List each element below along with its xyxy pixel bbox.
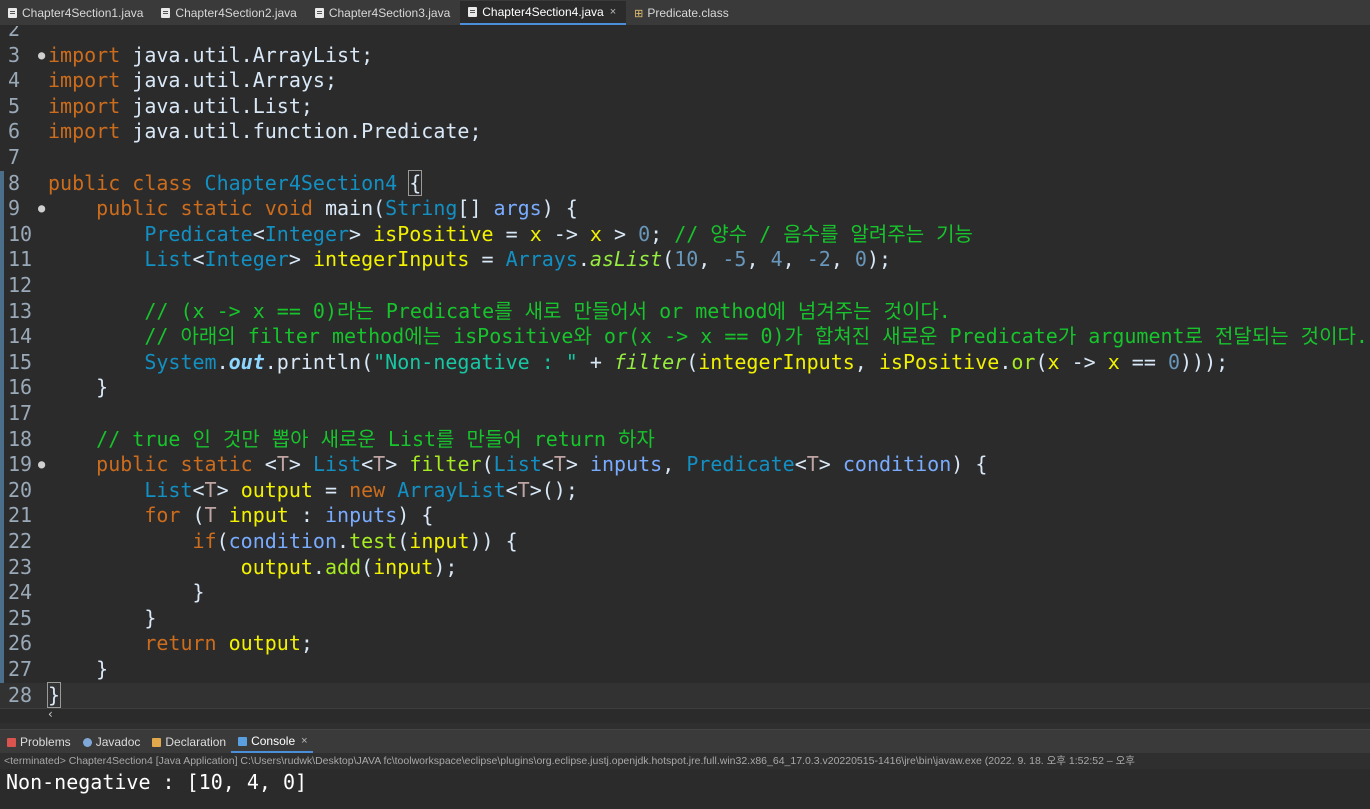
tab-label: Chapter4Section3.java — [328, 6, 451, 20]
line-number: 17 — [8, 401, 33, 425]
code-line: 17 — [0, 401, 1370, 427]
code-line: 20 List<T> output = new ArrayList<T>(); — [0, 478, 1370, 504]
console-output-area[interactable]: Non-negative : [10, 4, 0] — [0, 769, 1370, 809]
tab-label: Predicate.class — [647, 6, 729, 20]
line-number: 26 — [8, 631, 33, 656]
line-number: 15 — [8, 349, 33, 374]
code-line: 9 ● public static void main(String[] args… — [0, 196, 1370, 222]
code-line: 16 } — [0, 375, 1370, 401]
tab-label: Chapter4Section1.java — [22, 6, 144, 20]
tab-label: Chapter4Section2.java — [175, 6, 297, 20]
line-number: 14 — [8, 324, 33, 349]
code-line: 13 // (x -> x == 0)라는 Predicate를 새로 만들어서… — [0, 299, 1370, 325]
line-number: 24 — [8, 580, 33, 605]
line-number: 16 — [8, 375, 33, 400]
code-line: 12 — [0, 273, 1370, 299]
line-number: 4 — [8, 68, 21, 93]
code-line: 23 output.add(input); — [0, 555, 1370, 581]
line-number: 10 — [8, 221, 33, 246]
line-number: 28 — [8, 682, 33, 707]
scroll-left-icon[interactable]: ‹ — [48, 707, 53, 721]
line-number: 20 — [8, 477, 33, 502]
java-file-icon — [161, 8, 171, 18]
code-line: 21 for (T input : inputs) { — [0, 503, 1370, 529]
console-icon — [238, 736, 248, 746]
code-line: 7 — [0, 145, 1370, 171]
console-status: <terminated> Chapter4Section4 [Java Appl… — [0, 753, 1370, 769]
code-line: 4 import java.util.Arrays; — [0, 68, 1370, 94]
fold-icon[interactable]: ● — [38, 43, 45, 69]
code-line: 18 // true 인 것만 뽑아 새로운 List를 만들어 return … — [0, 427, 1370, 453]
code-line: 26 return output; — [0, 631, 1370, 657]
line-number: 27 — [8, 657, 33, 681]
code-line: 25 } — [0, 606, 1370, 632]
tab-console[interactable]: Console × — [231, 731, 313, 753]
java-file-icon — [468, 7, 478, 17]
line-number: 5 — [8, 93, 21, 118]
line-number: 2 — [8, 26, 21, 41]
line-number: 19 — [8, 452, 33, 477]
horizontal-scrollbar[interactable]: ‹ — [0, 707, 1370, 723]
tab-label: Javadoc — [95, 735, 141, 749]
tab-chapter4section1[interactable]: Chapter4Section1.java — [0, 1, 153, 25]
line-number: 23 — [8, 554, 33, 579]
code-line: 5 import java.util.List; — [0, 94, 1370, 120]
code-line-current: 28} — [0, 681, 1370, 708]
line-number: 9 — [8, 196, 21, 221]
code-line: 8 public class Chapter4Section4 { — [0, 169, 1370, 197]
tab-label: Problems — [20, 735, 71, 749]
tab-predicate-class[interactable]: ⊞ Predicate.class — [626, 1, 739, 25]
code-line: 14 // 아래의 filter method에는 isPositive와 or… — [0, 324, 1370, 350]
line-number: 13 — [8, 298, 33, 323]
line-number: 22 — [8, 529, 33, 553]
line-number: 18 — [8, 426, 33, 451]
code-line: 10 Predicate<Integer> isPositive = x -> … — [0, 222, 1370, 248]
code-line: 27 } — [0, 657, 1370, 683]
line-number: 6 — [8, 119, 21, 144]
code-line: 11 List<Integer> integerInputs = Arrays.… — [0, 247, 1370, 273]
tab-chapter4section3[interactable]: Chapter4Section3.java — [307, 1, 460, 25]
line-number: 21 — [8, 503, 33, 528]
code-line: 6 import java.util.function.Predicate; — [0, 119, 1370, 145]
line-number: 12 — [8, 273, 33, 297]
tab-chapter4section2[interactable]: Chapter4Section2.java — [153, 1, 306, 25]
fold-icon[interactable]: ● — [38, 196, 45, 222]
code-line: 22 if(condition.test(input)) { — [0, 529, 1370, 555]
code-line: 24 } — [0, 580, 1370, 606]
close-icon[interactable]: × — [610, 6, 616, 18]
tab-label: Chapter4Section4.java — [482, 5, 604, 19]
tab-problems[interactable]: Problems — [0, 731, 76, 753]
editor-tab-bar: Chapter4Section1.java Chapter4Section2.j… — [0, 0, 1370, 26]
code-line: 2 — [0, 26, 1370, 43]
tab-declaration[interactable]: Declaration — [145, 731, 231, 753]
problems-icon — [7, 737, 16, 747]
code-line: 3 ● import java.util.ArrayList; — [0, 43, 1370, 69]
line-number: 7 — [8, 145, 21, 169]
code-line: 19 ● public static <T> List<T> filter(Lis… — [0, 452, 1370, 478]
line-number: 8 — [8, 170, 21, 195]
tab-chapter4section4[interactable]: Chapter4Section4.java × — [460, 1, 627, 25]
text-caret — [60, 686, 62, 707]
javadoc-icon — [82, 737, 92, 747]
line-number: 11 — [8, 247, 33, 272]
line-number: 3 — [8, 42, 21, 67]
code-editor[interactable]: 2 3 ● import java.util.ArrayList; 4 import … — [0, 26, 1370, 708]
close-icon[interactable]: × — [301, 735, 307, 747]
tab-javadoc[interactable]: Javadoc — [76, 731, 146, 753]
tab-label: Declaration — [165, 735, 227, 749]
line-number: 25 — [8, 605, 33, 630]
fold-icon[interactable]: ● — [38, 452, 45, 478]
class-file-icon: ⊞ — [634, 7, 644, 20]
declaration-icon — [152, 737, 162, 747]
view-tab-bar: Problems Javadoc Declaration Console × — [0, 729, 1370, 754]
java-file-icon — [314, 8, 324, 18]
code-line: 15 System.out.println("Non-negative : " … — [0, 350, 1370, 376]
java-file-icon — [8, 8, 17, 18]
console-output: Non-negative : [10, 4, 0] — [6, 770, 308, 794]
tab-label: Console — [251, 734, 296, 748]
